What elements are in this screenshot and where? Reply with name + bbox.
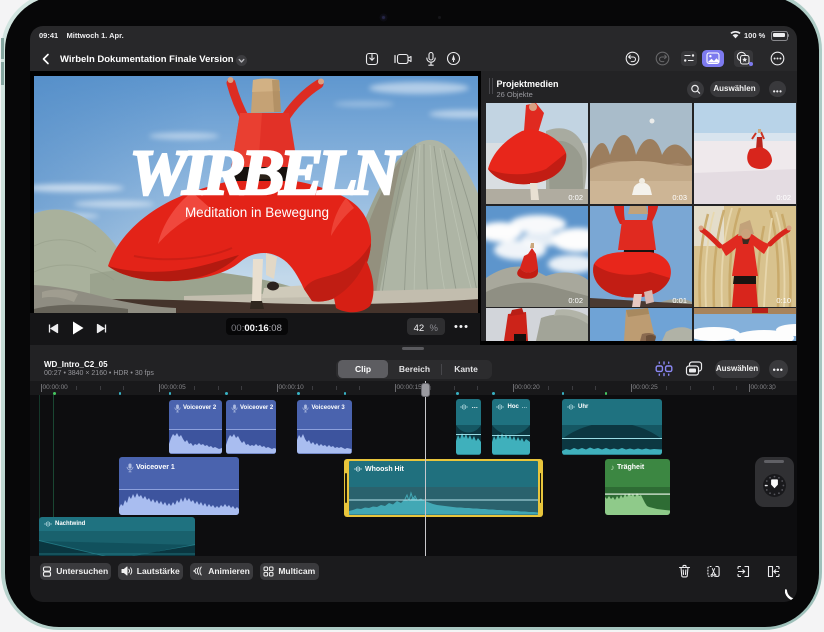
svg-text:0:10: 0:10 bbox=[776, 296, 791, 305]
svg-text:0:02: 0:02 bbox=[776, 193, 791, 202]
svg-text:0:02: 0:02 bbox=[568, 193, 583, 202]
svg-text:0:03: 0:03 bbox=[672, 193, 687, 202]
svg-text:0:02: 0:02 bbox=[568, 296, 583, 305]
svg-text:0:01: 0:01 bbox=[672, 296, 687, 305]
